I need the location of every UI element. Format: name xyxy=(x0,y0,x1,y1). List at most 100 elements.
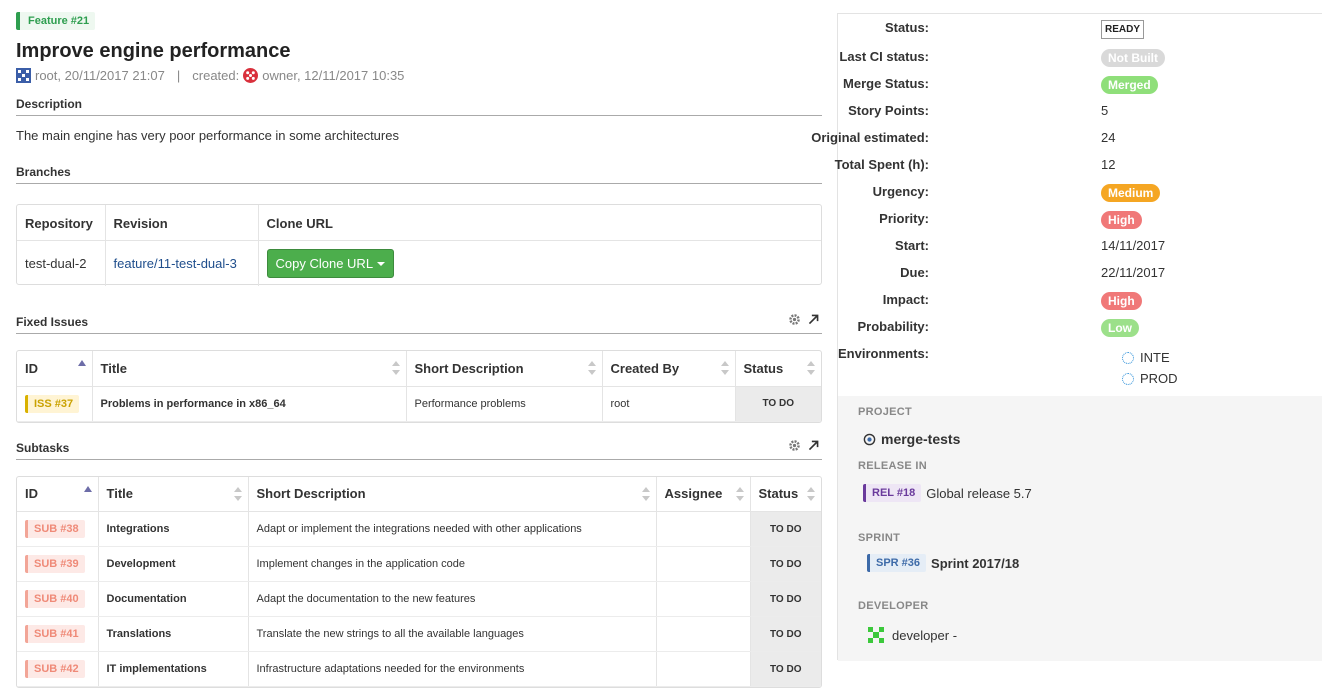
caret-down-icon xyxy=(377,262,385,266)
project-icon xyxy=(863,433,876,446)
subtasks-tools xyxy=(788,439,820,452)
properties-panel: Status: READY Last CI status: Not Built … xyxy=(838,14,1322,396)
subtask-title[interactable]: Development xyxy=(98,547,248,582)
prop-start: Start: 14/11/2017 xyxy=(838,236,1322,256)
environment-icon xyxy=(1122,373,1134,385)
created-label: created: xyxy=(192,68,239,83)
subtasks-table: ID Title Short Description Assignee Stat… xyxy=(16,476,822,688)
col-id[interactable]: ID xyxy=(17,477,98,512)
sort-icon xyxy=(736,487,744,501)
col-status[interactable]: Status xyxy=(750,477,821,512)
subtask-short-description: Implement changes in the application cod… xyxy=(248,547,656,582)
ci-status-badge: Not Built xyxy=(1101,49,1165,67)
table-row[interactable]: ISS #37 Problems in performance in x86_6… xyxy=(17,386,821,421)
subtask-id-tag[interactable]: SUB #39 xyxy=(25,555,85,573)
feature-badge[interactable]: Feature #21 xyxy=(16,12,95,30)
issue-title[interactable]: Problems in performance in x86_64 xyxy=(92,386,406,421)
prop-label: Original estimated: xyxy=(729,130,929,145)
subtask-short-description: Infrastructure adaptations needed for th… xyxy=(248,652,656,687)
sprint-link[interactable]: SPR #36 Sprint 2017/18 xyxy=(867,554,1019,572)
prop-value: 22/11/2017 xyxy=(1101,265,1165,280)
subtask-title[interactable]: Translations xyxy=(98,617,248,652)
branch-revision-link[interactable]: feature/11-test-dual-3 xyxy=(105,240,258,286)
prop-label: Status: xyxy=(729,20,929,35)
prop-probability: Probability: Low xyxy=(838,317,1322,337)
prop-label: Priority: xyxy=(729,211,929,226)
expand-arrow-icon[interactable] xyxy=(807,439,820,452)
subtask-id-tag[interactable]: SUB #38 xyxy=(25,520,85,538)
prop-label: Last CI status: xyxy=(729,49,929,64)
table-row[interactable]: SUB #38 Integrations Adapt or implement … xyxy=(17,512,821,547)
prop-label: Total Spent (h): xyxy=(729,157,929,172)
developer-label: DEVELOPER xyxy=(858,600,929,612)
prop-impact: Impact: High xyxy=(838,290,1322,310)
prop-value: 5 xyxy=(1101,103,1108,118)
prop-label: Due: xyxy=(729,265,929,280)
table-row[interactable]: SUB #42 IT implementations Infrastructur… xyxy=(17,652,821,687)
subtask-assignee xyxy=(656,512,750,547)
prop-value: 24 xyxy=(1101,130,1115,145)
branch-repository: test-dual-2 xyxy=(17,240,105,286)
issue-created-by: root xyxy=(602,386,735,421)
release-link[interactable]: REL #18 Global release 5.7 xyxy=(863,484,1032,502)
table-row[interactable]: SUB #40 Documentation Adapt the document… xyxy=(17,582,821,617)
prop-merge-status: Merge Status: Merged xyxy=(838,74,1322,94)
issue-status: TO DO xyxy=(735,386,821,421)
prop-value: 12 xyxy=(1101,157,1115,172)
prop-label: Probability: xyxy=(729,319,929,334)
prop-label: Start: xyxy=(729,238,929,253)
page-title: Improve engine performance xyxy=(16,40,822,63)
priority-badge: High xyxy=(1101,211,1142,229)
environments-list: INTE PROD xyxy=(1122,347,1178,389)
prop-last-ci: Last CI status: Not Built xyxy=(838,47,1322,67)
sort-icon xyxy=(721,361,729,375)
sort-icon xyxy=(807,361,815,375)
subtask-title[interactable]: Documentation xyxy=(98,582,248,617)
fixed-issues-title: Fixed Issues xyxy=(16,315,88,329)
description-heading: Description xyxy=(16,97,822,116)
prop-value: 14/11/2017 xyxy=(1101,238,1165,253)
col-assignee[interactable]: Assignee xyxy=(656,477,750,512)
subtask-id-tag[interactable]: SUB #41 xyxy=(25,625,85,643)
probability-badge: Low xyxy=(1101,319,1139,337)
subtasks-title: Subtasks xyxy=(16,441,69,455)
subtask-assignee xyxy=(656,617,750,652)
subtask-title[interactable]: Integrations xyxy=(98,512,248,547)
environment-item[interactable]: PROD xyxy=(1122,368,1178,389)
table-row[interactable]: SUB #39 Development Implement changes in… xyxy=(17,547,821,582)
sort-icon xyxy=(642,487,650,501)
prop-total-spent: Total Spent (h): 12 xyxy=(838,155,1322,175)
col-id[interactable]: ID xyxy=(17,351,92,386)
table-row[interactable]: SUB #41 Translations Translate the new s… xyxy=(17,617,821,652)
subtask-id-tag[interactable]: SUB #40 xyxy=(25,590,85,608)
description-text: The main engine has very poor performanc… xyxy=(16,128,822,143)
developer-link[interactable]: developer - xyxy=(868,627,957,643)
subtask-short-description: Adapt or implement the integrations need… xyxy=(248,512,656,547)
meta-line: root, 20/11/2017 21:07 | created: owner,… xyxy=(16,68,822,83)
release-name: Global release 5.7 xyxy=(926,486,1032,501)
subtask-title[interactable]: IT implementations xyxy=(98,652,248,687)
modified-info: root, 20/11/2017 21:07 xyxy=(35,68,165,83)
branches-table: Repository Revision Clone URL test-dual-… xyxy=(16,204,822,285)
col-short-description[interactable]: Short Description xyxy=(406,351,602,386)
subtask-id-tag[interactable]: SUB #42 xyxy=(25,660,85,678)
project-link[interactable]: merge-tests xyxy=(863,431,960,447)
environment-item[interactable]: INTE xyxy=(1122,347,1178,368)
subtask-assignee xyxy=(656,582,750,617)
fixed-issues-heading: Fixed Issues xyxy=(16,315,822,334)
col-revision: Revision xyxy=(105,205,258,240)
prop-due: Due: 22/11/2017 xyxy=(838,263,1322,283)
meta-separator: | xyxy=(177,68,180,83)
col-title[interactable]: Title xyxy=(92,351,406,386)
prop-story-points: Story Points: 5 xyxy=(838,101,1322,121)
gear-icon[interactable] xyxy=(788,439,801,452)
col-short-description[interactable]: Short Description xyxy=(248,477,656,512)
status-badge[interactable]: READY xyxy=(1101,20,1144,39)
issue-id-tag[interactable]: ISS #37 xyxy=(25,395,79,413)
col-created-by[interactable]: Created By xyxy=(602,351,735,386)
prop-label: Merge Status: xyxy=(729,76,929,91)
prop-original-estimated: Original estimated: 24 xyxy=(838,128,1322,148)
copy-clone-url-button[interactable]: Copy Clone URL xyxy=(267,249,395,278)
col-title[interactable]: Title xyxy=(98,477,248,512)
release-label: RELEASE IN xyxy=(858,460,927,472)
